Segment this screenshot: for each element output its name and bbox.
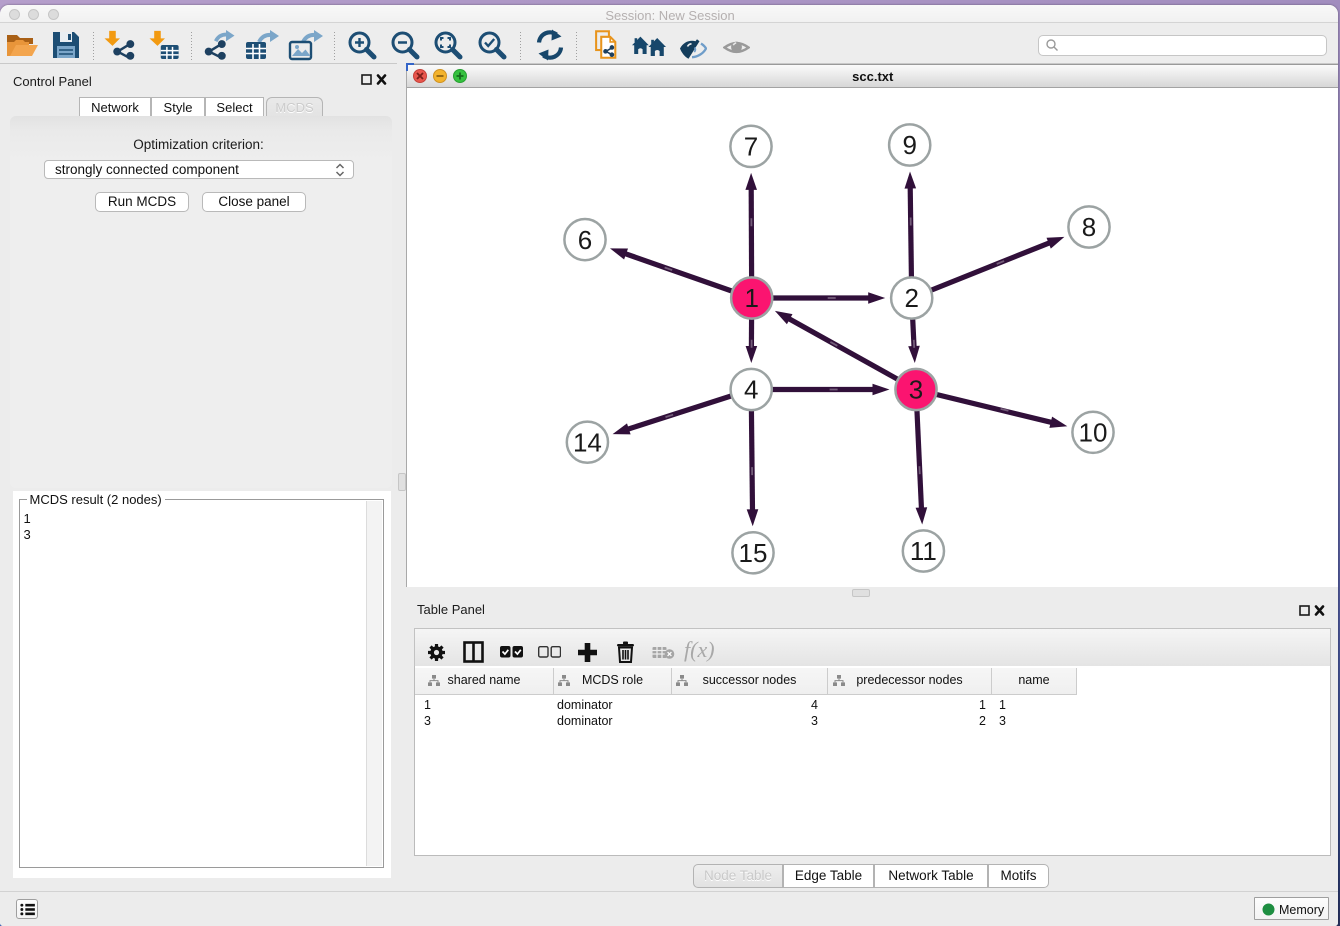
svg-text:11: 11 — [910, 536, 937, 566]
svg-text:10: 10 — [1079, 418, 1108, 448]
svg-text:9: 9 — [902, 130, 916, 160]
svg-text:6: 6 — [578, 225, 592, 255]
svg-text:2: 2 — [904, 283, 918, 313]
svg-text:3: 3 — [909, 375, 923, 405]
svg-text:4: 4 — [744, 375, 758, 405]
svg-text:8: 8 — [1082, 212, 1096, 242]
svg-text:14: 14 — [573, 427, 602, 457]
svg-text:15: 15 — [739, 538, 768, 568]
svg-text:7: 7 — [744, 132, 758, 162]
svg-text:1: 1 — [744, 283, 758, 313]
